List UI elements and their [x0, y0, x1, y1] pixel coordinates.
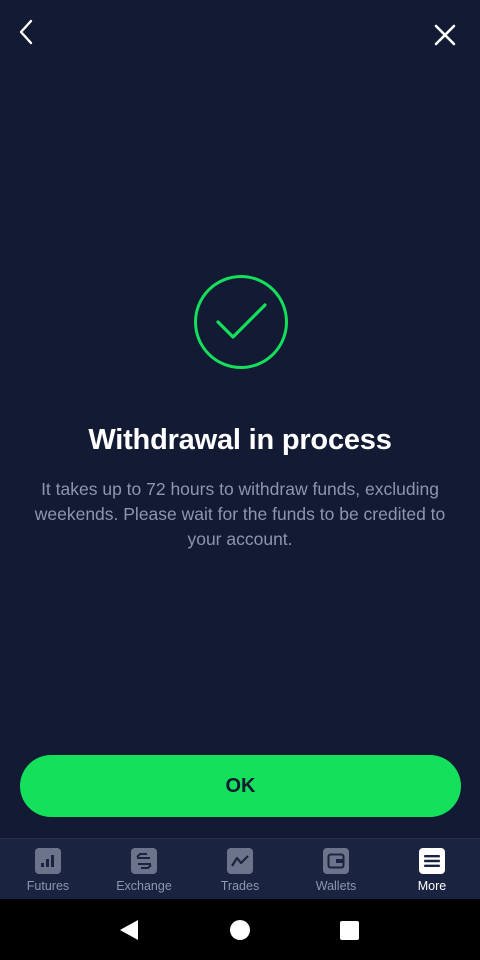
square-recents-icon[interactable] [340, 921, 359, 940]
triangle-back-icon[interactable] [119, 919, 139, 941]
status-title: Withdrawal in process [88, 424, 392, 456]
tab-wallets[interactable]: Wallets [288, 839, 384, 899]
menu-icon [419, 848, 445, 874]
close-icon [434, 24, 456, 46]
withdrawal-status-screen: Withdrawal in process It takes up to 72 … [0, 0, 480, 838]
top-bar [0, 0, 480, 64]
tab-label: Wallets [315, 879, 357, 893]
trend-line-icon [227, 848, 253, 874]
tab-futures[interactable]: Futures [0, 839, 96, 899]
status-message: It takes up to 72 hours to withdraw fund… [34, 479, 446, 549]
back-button[interactable] [8, 12, 44, 52]
wallet-icon [323, 848, 349, 874]
bar-chart-icon [35, 848, 61, 874]
bottom-tab-bar: Futures Exchange Trades Wallets More [0, 838, 480, 899]
tab-label: Futures [26, 879, 70, 893]
chevron-left-icon [19, 19, 33, 45]
system-navigation-bar [0, 899, 480, 960]
tab-exchange[interactable]: Exchange [96, 839, 192, 899]
close-button[interactable] [426, 16, 464, 54]
ok-button[interactable]: OK [20, 755, 461, 817]
tab-label: More [417, 879, 447, 893]
circle-home-icon[interactable] [230, 920, 250, 940]
check-circle-icon [194, 275, 288, 369]
tab-label: Exchange [116, 879, 172, 893]
tab-trades[interactable]: Trades [192, 839, 288, 899]
tab-more[interactable]: More [384, 839, 480, 899]
tab-label: Trades [220, 879, 260, 893]
exchange-icon [131, 848, 157, 874]
